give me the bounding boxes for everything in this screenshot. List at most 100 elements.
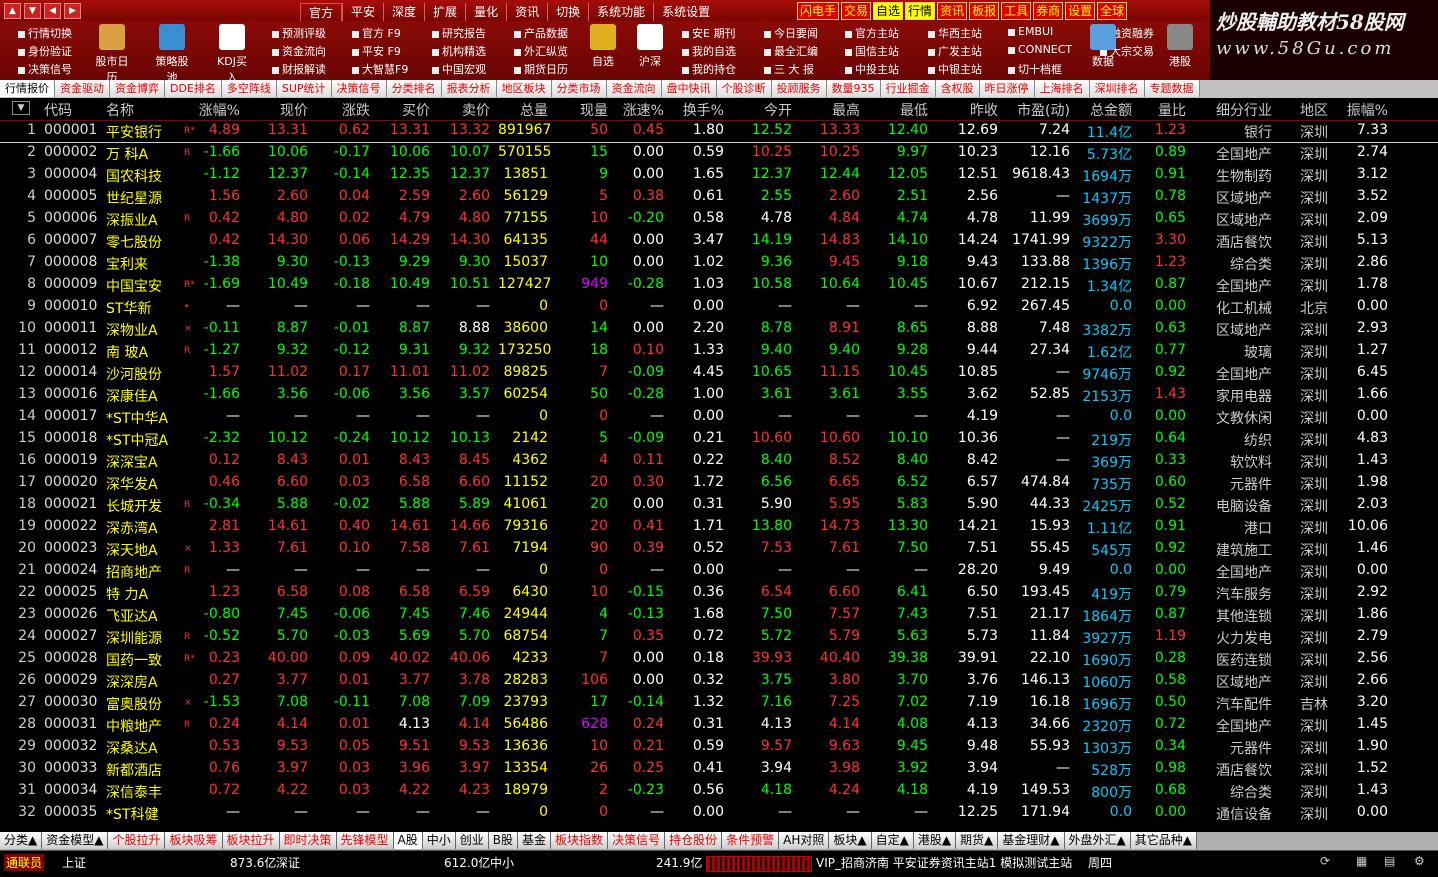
- cell-code[interactable]: 000019: [44, 452, 97, 468]
- column-header-price[interactable]: 现价: [260, 100, 308, 120]
- tab-top[interactable]: 地区板块: [496, 80, 552, 97]
- cell-name[interactable]: 万 科A: [106, 144, 180, 164]
- cell-code[interactable]: 000026: [44, 606, 97, 622]
- cell-code[interactable]: 000018: [44, 430, 97, 446]
- cell-code[interactable]: 000031: [44, 716, 97, 732]
- toolbar-big-button[interactable]: KDJ买入: [212, 24, 252, 85]
- quick-item[interactable]: 行情: [905, 2, 936, 20]
- tab-bottom[interactable]: 基金: [518, 832, 552, 849]
- toolbar-item[interactable]: 决策信号: [18, 61, 72, 77]
- table-row[interactable]: 8 000009 中国宝安 R* -1.69 10.49 -0.18 10.49 10.51 12…: [0, 274, 1438, 296]
- toolbar-item[interactable]: 大智慧F9: [352, 61, 408, 77]
- cell-name[interactable]: *ST科健: [106, 804, 180, 824]
- table-row[interactable]: 26 000029 深深房A 0.27 3.77 0.01 3.77 3.78 28283 106…: [0, 670, 1438, 692]
- cell-code[interactable]: 000029: [44, 672, 97, 688]
- menu-item[interactable]: 切换: [547, 3, 588, 22]
- column-header-ask[interactable]: 卖价: [444, 100, 490, 120]
- column-header-reg[interactable]: 地区: [1280, 100, 1328, 120]
- tab-bottom[interactable]: 板块吸筹: [165, 832, 223, 849]
- table-row[interactable]: 18 000021 长城开发 R -0.34 5.88 -0.02 5.88 5.89 41061…: [0, 494, 1438, 516]
- cell-name[interactable]: 深圳能源: [106, 628, 180, 648]
- menu-item[interactable]: 量化: [465, 3, 506, 22]
- tab-bottom[interactable]: 资金模型▲: [42, 832, 109, 849]
- menu-item[interactable]: 扩展: [424, 3, 465, 22]
- cell-name[interactable]: 中粮地产: [106, 716, 180, 736]
- tab-bottom[interactable]: AH对照: [779, 832, 830, 849]
- table-row[interactable]: 13 000016 深康佳A -1.66 3.56 -0.06 3.56 3.57 60254 5…: [0, 384, 1438, 406]
- table-row[interactable]: 3 000004 国农科技 -1.12 12.37 -0.14 12.35 12.37 1385…: [0, 164, 1438, 186]
- tab-top[interactable]: 个股诊断: [716, 80, 772, 97]
- column-header-ind[interactable]: 细分行业: [1192, 100, 1272, 120]
- tab-bottom[interactable]: 决策信号: [608, 832, 666, 849]
- tab-bottom[interactable]: 板块拉升: [222, 832, 280, 849]
- column-header-code[interactable]: 代码: [44, 100, 96, 120]
- toolbar-item[interactable]: 财报解读: [272, 61, 326, 77]
- tab-top[interactable]: SUP统计: [276, 80, 332, 97]
- cell-code[interactable]: 000006: [44, 210, 97, 226]
- cell-code[interactable]: 000004: [44, 166, 97, 182]
- column-header-amp[interactable]: 振幅%: [1340, 100, 1388, 120]
- tab-top[interactable]: DDE排名: [165, 80, 222, 97]
- toolbar-item[interactable]: 机构精选: [432, 43, 486, 59]
- toolbar-item[interactable]: 国信主站: [845, 43, 899, 59]
- cell-code[interactable]: 000005: [44, 188, 97, 204]
- toolbar-item[interactable]: 广发主站: [928, 43, 982, 59]
- grid-icon[interactable]: ▦: [1356, 854, 1367, 868]
- table-row[interactable]: 5 000006 深振业A R 0.42 4.80 0.02 4.79 4.80 77155 10-…: [0, 208, 1438, 230]
- tab-bottom[interactable]: 分类▲: [0, 832, 43, 849]
- tab-bottom[interactable]: 自定▲: [871, 832, 914, 849]
- cell-code[interactable]: 000016: [44, 386, 97, 402]
- toolbar-item[interactable]: 期货日历: [514, 61, 568, 77]
- toolbar-big-button[interactable]: 自选: [583, 24, 623, 69]
- toolbar-big-button[interactable]: 沪深: [630, 24, 670, 69]
- column-header-chg[interactable]: 涨幅%: [196, 100, 240, 120]
- tab-top[interactable]: 资金博弈: [110, 80, 165, 97]
- column-header-vol[interactable]: 总量: [498, 100, 548, 120]
- cell-name[interactable]: 长城开发: [106, 496, 180, 516]
- table-row[interactable]: 23 000026 飞亚达A -0.80 7.45 -0.06 7.45 7.46 24944 4…: [0, 604, 1438, 626]
- toolbar-item[interactable]: CONNECT: [1008, 43, 1072, 56]
- cell-name[interactable]: 新都酒店: [106, 760, 180, 780]
- tab-top[interactable]: 多空阵线: [221, 80, 277, 97]
- column-header-open[interactable]: 今开: [744, 100, 792, 120]
- tab-top[interactable]: 报表分析: [441, 80, 497, 97]
- table-row[interactable]: 7 000008 宝利来 -1.38 9.30 -0.13 9.29 9.30 15037 10 0…: [0, 252, 1438, 274]
- table-row[interactable]: 22 000025 特 力A 1.23 6.58 0.08 6.58 6.59 6430 10 -0…: [0, 582, 1438, 604]
- cell-code[interactable]: 000032: [44, 738, 97, 754]
- table-row[interactable]: 20 000023 深天地A × 1.33 7.61 0.10 7.58 7.61 7194 90 0…: [0, 538, 1438, 560]
- toolbar-item[interactable]: EMBUI: [1008, 25, 1053, 38]
- cell-name[interactable]: 飞亚达A: [106, 606, 180, 626]
- column-header-low[interactable]: 最低: [880, 100, 928, 120]
- toolbar-item[interactable]: 预测评级: [272, 25, 326, 41]
- tab-top[interactable]: 投顾服务: [771, 80, 827, 97]
- cell-code[interactable]: 000021: [44, 496, 97, 512]
- quick-item[interactable]: 券商: [1033, 2, 1064, 20]
- quick-item[interactable]: 交易: [841, 2, 872, 20]
- table-row[interactable]: 10 000011 深物业A × -0.11 8.87 -0.01 8.87 8.88 38600…: [0, 318, 1438, 340]
- quick-item[interactable]: 板报: [969, 2, 1000, 20]
- table-row[interactable]: 31 000034 深信泰丰 0.72 4.22 0.03 4.22 4.23 18979 2 -0…: [0, 780, 1438, 802]
- cell-name[interactable]: 深深宝A: [106, 452, 180, 472]
- cell-name[interactable]: 宝利来: [106, 254, 180, 274]
- cell-name[interactable]: 沙河股份: [106, 364, 180, 384]
- toolbar-item[interactable]: 资金流向: [272, 43, 326, 59]
- quick-item[interactable]: 资讯: [937, 2, 968, 20]
- cell-name[interactable]: 深天地A: [106, 540, 180, 560]
- cell-code[interactable]: 000011: [44, 320, 97, 336]
- table-row[interactable]: 21 000024 招商地产 R — — — — —0 0—0.00— — —28.20 9.49 0.0…: [0, 560, 1438, 582]
- column-header-lr[interactable]: 量比: [1140, 100, 1186, 120]
- cell-code[interactable]: 000010: [44, 298, 97, 314]
- cell-name[interactable]: 招商地产: [106, 562, 180, 582]
- column-header-high[interactable]: 最高: [812, 100, 860, 120]
- cell-name[interactable]: 平安银行: [106, 122, 180, 142]
- refresh-icon[interactable]: ⟳: [1320, 854, 1330, 868]
- quick-item[interactable]: 设置: [1065, 2, 1096, 20]
- cell-name[interactable]: 零七股份: [106, 232, 180, 252]
- toolbar-item[interactable]: 我的自选: [682, 43, 736, 59]
- table-row[interactable]: 19 000022 深赤湾A 2.81 14.61 0.40 14.61 14.66 79316…: [0, 516, 1438, 538]
- toolbar-item[interactable]: 中银主站: [928, 61, 982, 77]
- cell-name[interactable]: 深赤湾A: [106, 518, 180, 538]
- cell-code[interactable]: 000030: [44, 694, 97, 710]
- toolbar-big-button[interactable]: 数据: [1083, 24, 1123, 69]
- down-arrow-icon[interactable]: ▼: [24, 3, 41, 19]
